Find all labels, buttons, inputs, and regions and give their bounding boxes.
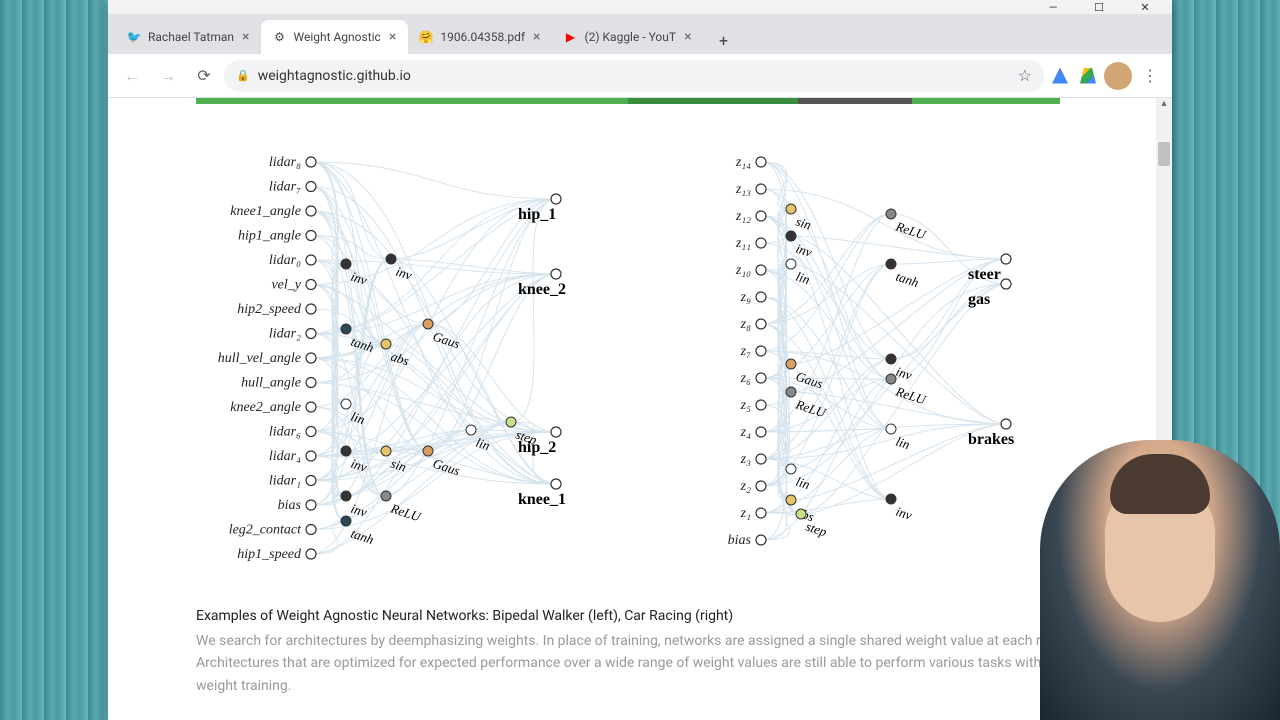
reload-button[interactable]: ⟳ — [188, 60, 220, 92]
svg-text:z₁: z₁ — [740, 506, 751, 521]
svg-text:hip2_speed: hip2_speed — [237, 302, 302, 317]
svg-text:inv: inv — [894, 504, 914, 523]
svg-text:steer: steer — [968, 266, 1001, 283]
tab-title: Weight Agnostic — [293, 30, 380, 44]
tab-twitter[interactable]: 🐦 Rachael Tatman × — [116, 20, 261, 54]
svg-text:lin: lin — [894, 434, 912, 453]
svg-text:inv: inv — [349, 501, 369, 520]
svg-text:knee2_angle: knee2_angle — [230, 400, 301, 415]
back-button[interactable]: ← — [116, 60, 148, 92]
svg-text:lidar₁: lidar₁ — [269, 474, 301, 489]
page-content: lidar₈ lidar₇ knee1_angle hip1_angle lidar₀ v… — [108, 104, 1172, 717]
svg-text:bias: bias — [278, 498, 302, 513]
svg-text:knee_1: knee_1 — [518, 491, 566, 508]
svg-text:hull_angle: hull_angle — [241, 376, 301, 391]
close-icon[interactable]: × — [240, 29, 251, 45]
bipedal-network-diagram: lidar₈ lidar₇ knee1_angle hip1_angle lidar₀ v… — [196, 144, 596, 584]
svg-text:lidar₀: lidar₀ — [269, 253, 301, 268]
scroll-up-icon[interactable]: ▴ — [1156, 98, 1172, 114]
svg-text:z₇: z₇ — [740, 344, 751, 359]
svg-text:lin: lin — [794, 269, 812, 288]
svg-text:inv: inv — [349, 269, 369, 288]
svg-text:ReLU: ReLU — [388, 500, 424, 524]
toolbar: ← → ⟳ 🔒 weightagnostic.github.io ☆ ⋮ — [108, 54, 1172, 98]
svg-text:z₁₀: z₁₀ — [735, 263, 751, 278]
svg-text:vel_y: vel_y — [271, 278, 301, 293]
settings-icon: ⚙ — [271, 29, 287, 45]
svg-text:hip1_angle: hip1_angle — [238, 229, 301, 244]
close-icon[interactable]: × — [682, 29, 693, 45]
svg-text:hip_2: hip_2 — [518, 439, 556, 456]
svg-text:z₄: z₄ — [740, 425, 751, 440]
svg-text:inv: inv — [894, 364, 914, 383]
tab-weight-agnostic[interactable]: ⚙ Weight Agnostic × — [261, 20, 408, 54]
svg-text:z₆: z₆ — [740, 371, 751, 386]
svg-text:z₁₃: z₁₃ — [735, 182, 751, 197]
figure-caption-body: We search for architectures by deemphasi… — [196, 630, 1084, 697]
window-titlebar: — ☐ ✕ — [108, 0, 1172, 14]
svg-text:ReLU: ReLU — [893, 218, 929, 242]
drive-icon[interactable] — [1076, 64, 1100, 88]
figure-caption-title: Examples of Weight Agnostic Neural Netwo… — [196, 608, 1084, 624]
svg-text:lin: lin — [474, 435, 492, 454]
svg-text:z₁₄: z₁₄ — [735, 155, 751, 170]
tab-youtube[interactable]: ▶ (2) Kaggle - YouT × — [553, 20, 704, 54]
svg-text:z₈: z₈ — [740, 317, 751, 332]
scroll-thumb[interactable] — [1158, 142, 1170, 166]
svg-text:hull_vel_angle: hull_vel_angle — [218, 351, 301, 366]
tab-title: Rachael Tatman — [148, 30, 234, 44]
desktop-bg-left — [0, 0, 108, 720]
svg-text:lidar₇: lidar₇ — [269, 180, 301, 195]
svg-text:knee_2: knee_2 — [518, 281, 566, 298]
svg-text:hip_1: hip_1 — [518, 206, 556, 223]
menu-button[interactable]: ⋮ — [1136, 66, 1164, 85]
svg-text:sin: sin — [794, 214, 813, 233]
svg-text:z₁₂: z₁₂ — [735, 209, 751, 224]
lock-icon: 🔒 — [236, 69, 250, 82]
browser-window: — ☐ ✕ 🐦 Rachael Tatman × ⚙ Weight Agnost… — [108, 0, 1172, 720]
pdf-icon: 🤗 — [418, 29, 434, 45]
svg-text:hip1_speed: hip1_speed — [237, 547, 302, 562]
svg-text:leg2_contact: leg2_contact — [229, 523, 302, 538]
svg-text:z₅: z₅ — [740, 398, 751, 413]
page-viewport: lidar₈ lidar₇ knee1_angle hip1_angle lidar₀ v… — [108, 98, 1172, 720]
address-bar[interactable]: 🔒 weightagnostic.github.io ☆ — [224, 60, 1044, 92]
svg-text:lidar₂: lidar₂ — [269, 327, 301, 342]
svg-text:lidar₆: lidar₆ — [269, 425, 301, 440]
close-icon[interactable]: × — [531, 29, 542, 45]
svg-text:z₁₁: z₁₁ — [735, 236, 751, 251]
bookmark-icon[interactable]: ☆ — [1018, 66, 1032, 85]
svg-text:brakes: brakes — [968, 431, 1014, 448]
svg-text:gas: gas — [968, 291, 990, 308]
url-text: weightagnostic.github.io — [258, 68, 411, 84]
forward-button[interactable]: → — [152, 60, 184, 92]
svg-text:Gaus: Gaus — [431, 456, 462, 479]
close-icon[interactable]: × — [387, 29, 398, 45]
svg-text:z₉: z₉ — [740, 290, 751, 305]
svg-text:knee1_angle: knee1_angle — [230, 204, 301, 219]
svg-text:step: step — [804, 519, 829, 540]
extension-icon[interactable] — [1048, 64, 1072, 88]
svg-text:z₂: z₂ — [740, 479, 751, 494]
svg-text:lidar₈: lidar₈ — [269, 155, 301, 170]
svg-text:bias: bias — [728, 533, 752, 548]
tab-pdf[interactable]: 🤗 1906.04358.pdf × — [408, 20, 552, 54]
webcam-overlay — [1040, 440, 1280, 720]
new-tab-button[interactable]: + — [710, 26, 738, 54]
tab-title: 1906.04358.pdf — [440, 30, 525, 44]
tab-title: (2) Kaggle - YouT — [585, 30, 677, 44]
svg-text:tanh: tanh — [894, 269, 921, 290]
tab-strip: 🐦 Rachael Tatman × ⚙ Weight Agnostic × 🤗… — [108, 14, 1172, 54]
svg-text:Gaus: Gaus — [431, 329, 462, 352]
svg-text:z₃: z₃ — [740, 452, 751, 467]
racing-network-diagram: z₁₄ z₁₃ z₁₂ z₁₁ z₁₀ z₉ z₈ z₇ z₆ z₅ z₄ z₃ z₂ z₁ bias sin… — [646, 144, 1036, 584]
profile-avatar[interactable] — [1104, 62, 1132, 90]
svg-text:lidar₄: lidar₄ — [269, 449, 301, 464]
svg-text:tanh: tanh — [349, 526, 376, 547]
svg-text:ReLU: ReLU — [893, 383, 929, 407]
twitter-icon: 🐦 — [126, 29, 142, 45]
svg-text:lin: lin — [794, 474, 812, 493]
youtube-icon: ▶ — [563, 29, 579, 45]
